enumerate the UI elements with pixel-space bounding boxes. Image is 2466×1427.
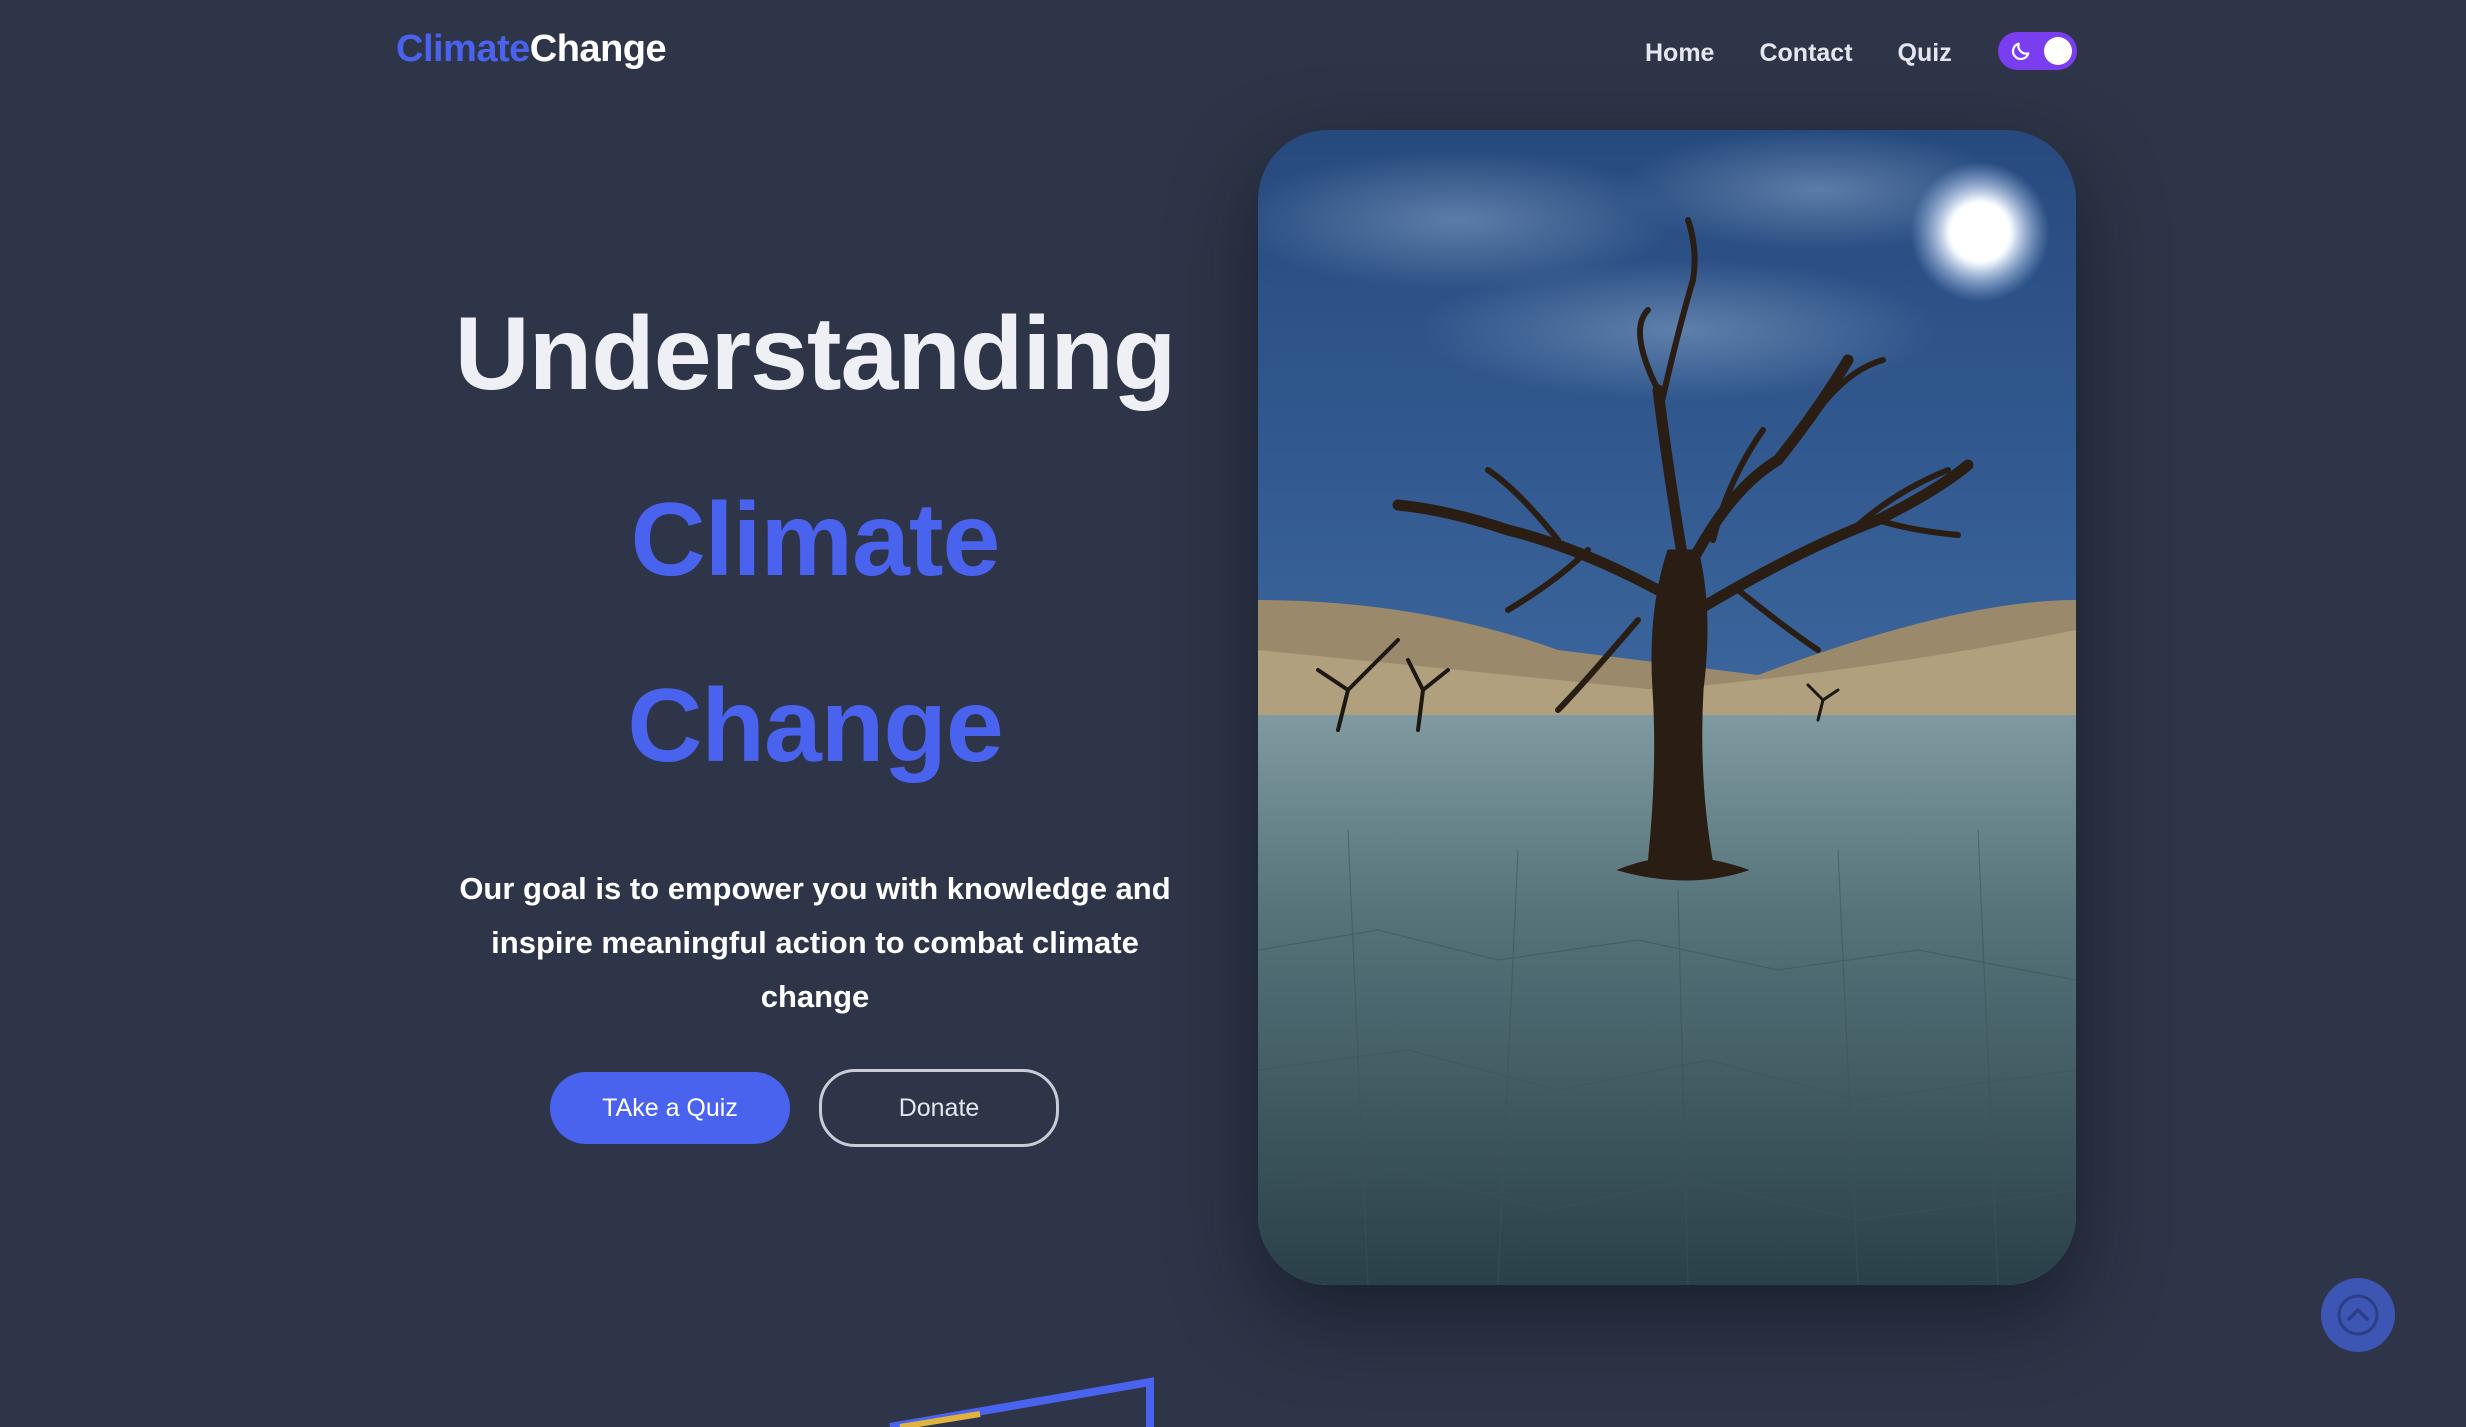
- moon-icon: [2011, 42, 2030, 61]
- nav-home-link[interactable]: Home: [1645, 36, 1714, 70]
- hero-title-climate: Climate: [630, 482, 1001, 598]
- hero-image: [1258, 130, 2076, 1285]
- logo-part-change: Change: [529, 28, 667, 70]
- site-logo[interactable]: ClimateChange: [396, 28, 667, 71]
- chevron-up-circle-icon: [2337, 1294, 2379, 1336]
- hero-title-change: Change: [627, 668, 1003, 784]
- decorative-shape: [889, 1377, 1154, 1427]
- hero-description: Our goal is to empower you with knowledg…: [459, 871, 1171, 1014]
- donate-button[interactable]: Donate: [819, 1069, 1059, 1147]
- nav-quiz-link[interactable]: Quiz: [1898, 36, 1952, 70]
- toggle-knob: [2044, 37, 2072, 65]
- logo-part-climate: Climate: [396, 28, 530, 70]
- take-quiz-button[interactable]: TAke a Quiz: [550, 1072, 790, 1144]
- nav-contact-link[interactable]: Contact: [1759, 36, 1852, 70]
- theme-toggle[interactable]: [1998, 32, 2077, 70]
- scroll-to-top-button[interactable]: [2321, 1278, 2395, 1352]
- dead-tree-illustration: [1258, 130, 2076, 1285]
- main-nav: Home Contact Quiz: [1645, 36, 1952, 70]
- hero-title-understanding: Understanding: [454, 296, 1177, 412]
